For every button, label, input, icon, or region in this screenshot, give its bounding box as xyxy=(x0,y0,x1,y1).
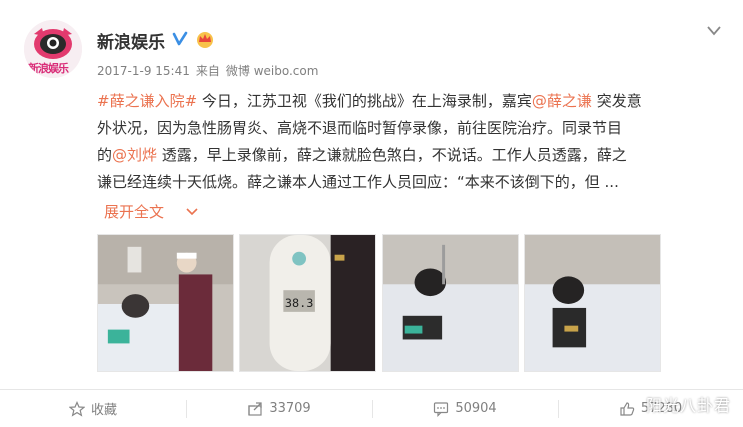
verified-icon xyxy=(172,31,188,46)
patient-photo-image xyxy=(383,235,518,371)
post-line-4: 谦已经连续十天低烧。薛之谦本人通过工作人员回应：“本来不该倒下的，但 ... xyxy=(97,173,619,191)
post-line-3: 的@刘烨 透露，早上录像前，薛之谦就脸色煞白，不说话。工作人员透露，薛之 xyxy=(97,142,709,169)
photo-thumbnail[interactable] xyxy=(382,234,519,372)
comment-icon xyxy=(434,401,449,417)
thermometer-reading: 38.3 xyxy=(285,296,313,310)
watermark: 阳光八卦君 xyxy=(645,396,731,415)
expand-chevron-icon[interactable] xyxy=(186,208,198,216)
favorite-button[interactable]: 收藏 xyxy=(0,390,186,427)
share-icon xyxy=(248,401,262,416)
avatar[interactable]: 新浪娱乐 xyxy=(24,20,82,78)
post-line-2: 外状况，因为急性肠胃炎、高烧不退而临时暂停录像，前往医院治疗。同录节目 xyxy=(97,119,623,137)
mention-link[interactable]: @刘烨 xyxy=(112,146,157,164)
thermometer-photo-image: 38.3 xyxy=(240,235,375,371)
star-icon xyxy=(68,400,85,417)
mention-link[interactable]: @薛之谦 xyxy=(532,92,592,110)
post-line-1: #薛之谦入院# 今日，江苏卫视《我们的挑战》在上海录制，嘉宾@薛之谦 突发意 xyxy=(97,88,709,115)
logo-text: 新浪娱乐 xyxy=(28,62,69,75)
share-button[interactable]: 33709 xyxy=(186,390,372,427)
action-bar: 收藏 33709 50904 57280 xyxy=(0,390,743,427)
thumbs-up-icon xyxy=(620,401,635,416)
photo-thumbnail[interactable]: 38.3 xyxy=(239,234,376,372)
patient-photo-image-2 xyxy=(525,235,660,371)
comment-button[interactable]: 50904 xyxy=(372,390,558,427)
post-date[interactable]: 2017-1-9 15:41 xyxy=(97,64,190,78)
source-prefix: 来自 xyxy=(195,64,220,78)
chevron-down-icon[interactable] xyxy=(707,26,721,36)
comment-count: 50904 xyxy=(455,401,497,416)
hashtag-link[interactable]: #薛之谦入院# xyxy=(97,92,197,110)
expand-full-text-link[interactable]: 展开全文 xyxy=(104,201,164,222)
account-name[interactable]: 新浪娱乐 xyxy=(97,28,165,53)
hospital-photo-image xyxy=(98,235,233,371)
post-meta: 2017-1-9 15:41 来自 微博 weibo.com xyxy=(97,62,324,79)
post-text-segment: 透露，早上录像前，薛之谦就脸色煞白，不说话。工作人员透露，薛之 xyxy=(157,146,627,164)
photo-thumbnail[interactable] xyxy=(524,234,661,372)
post-source[interactable]: 微博 weibo.com xyxy=(226,64,319,78)
post-text-segment: 的 xyxy=(97,146,113,164)
photo-thumbnail[interactable] xyxy=(97,234,234,372)
vip-crown-icon xyxy=(197,32,213,48)
share-count: 33709 xyxy=(269,401,311,416)
post-text-segment: 今日，江苏卫视《我们的挑战》在上海录制，嘉宾 xyxy=(197,92,532,110)
post-text-segment: 突发意 xyxy=(591,92,642,110)
post-text: #薛之谦入院# 今日，江苏卫视《我们的挑战》在上海录制，嘉宾@薛之谦 突发意 外… xyxy=(97,88,709,196)
favorite-label: 收藏 xyxy=(90,403,117,418)
